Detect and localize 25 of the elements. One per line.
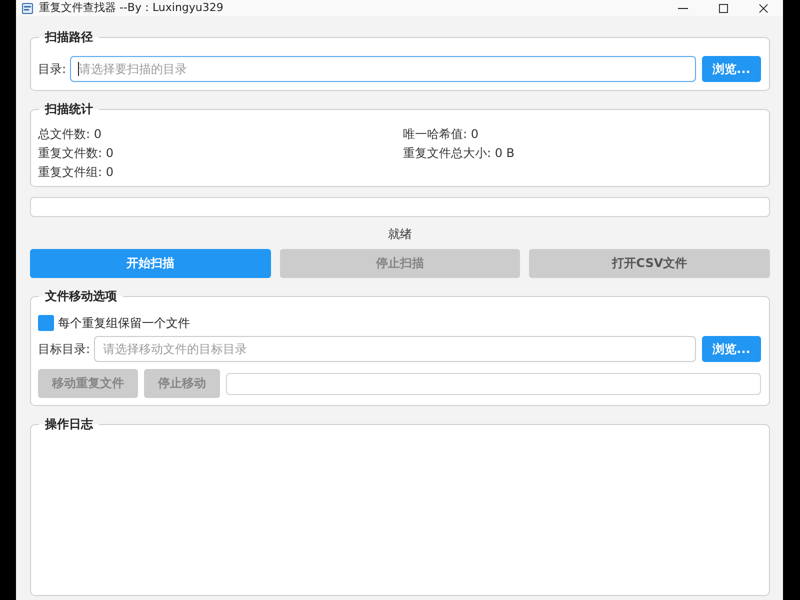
group-title: 扫描统计 bbox=[44, 101, 94, 117]
stat-text: 总文件数: 0 bbox=[38, 126, 102, 143]
maximize-icon bbox=[718, 4, 728, 12]
group-title: 文件移动选项 bbox=[44, 288, 118, 304]
directory-label: 目录: bbox=[38, 60, 66, 78]
stat-text: 唯一哈希值: 0 bbox=[403, 126, 478, 143]
target-directory-field[interactable]: 请选择移动文件的目标目录 bbox=[94, 336, 696, 362]
stat-text: 重复文件总大小: 0 B bbox=[403, 145, 515, 162]
stat-text: 重复文件数: 0 bbox=[38, 145, 114, 162]
group-title: 扫描路径 bbox=[44, 29, 94, 45]
stat-text: 重复文件组: 0 bbox=[38, 164, 114, 181]
app-icon bbox=[22, 2, 33, 14]
target-directory-label: 目标目录: bbox=[38, 340, 90, 358]
checkbox-label[interactable]: 每个重复组保留一个文件 bbox=[58, 314, 190, 332]
directory-field[interactable]: 请选择要扫描的目录 bbox=[70, 56, 696, 82]
text-cursor-icon bbox=[78, 62, 80, 76]
action-button[interactable]: 打开CSV文件 bbox=[529, 249, 770, 278]
status-text: 就绪 bbox=[388, 227, 412, 241]
window-title: 重复文件查找器 --By：Luxingyu329 bbox=[39, 1, 224, 15]
browse-button[interactable]: 浏览... bbox=[702, 336, 761, 362]
action-button[interactable]: 开始扫描 bbox=[30, 249, 271, 278]
browse-button[interactable]: 浏览... bbox=[702, 56, 761, 82]
group-title: 操作日志 bbox=[44, 416, 94, 432]
close-icon bbox=[758, 4, 768, 12]
checkbox[interactable] bbox=[38, 315, 54, 331]
